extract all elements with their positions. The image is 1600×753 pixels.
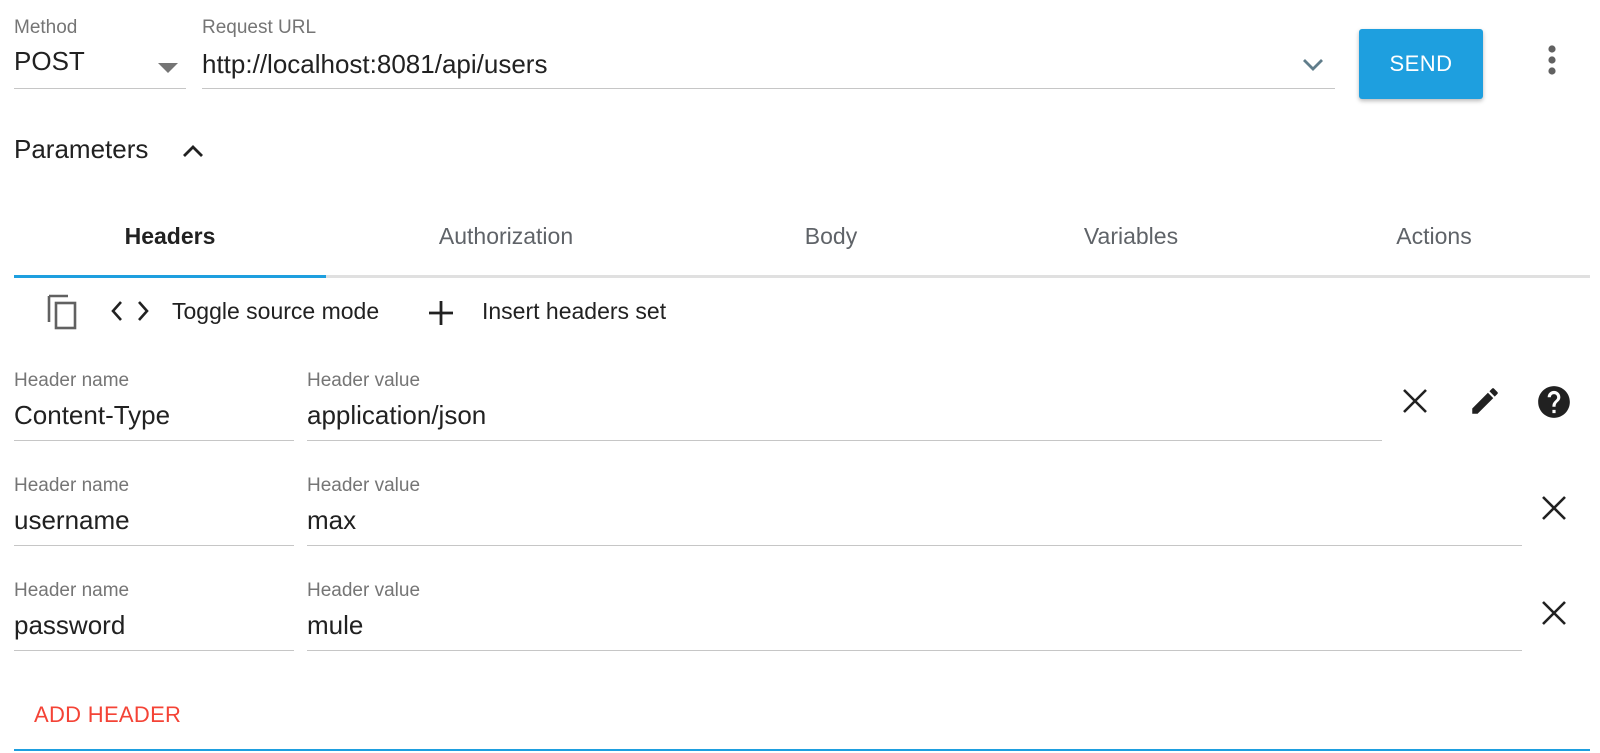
chevron-up-icon[interactable] [178,136,208,166]
header-name-field[interactable]: Content-Type [14,400,170,431]
header-value-field[interactable]: max [307,505,356,536]
header-name-label: Header name [14,580,130,601]
tab-actions[interactable]: Actions [1278,200,1590,272]
chevron-down-icon[interactable] [1296,48,1330,82]
header-value-underline [307,545,1522,546]
bottom-accent-line [14,749,1590,751]
tab-variables[interactable]: Variables [975,200,1287,272]
header-value-field[interactable]: application/json [307,400,486,431]
close-icon[interactable] [1398,384,1432,418]
help-icon[interactable] [1534,382,1574,422]
plus-icon[interactable] [426,296,456,330]
close-icon[interactable] [1537,596,1571,630]
method-label: Method [14,17,78,38]
header-name-label: Header name [14,475,130,496]
edit-icon[interactable] [1466,382,1504,420]
send-button[interactable]: SEND [1359,29,1483,99]
method-select[interactable]: POST [14,44,186,88]
parameters-title: Parameters [14,134,149,164]
header-name-underline [14,440,294,441]
tab-active-indicator [14,275,326,278]
tab-body[interactable]: Body [675,200,987,272]
add-header-button[interactable]: ADD HEADER [34,702,181,728]
header-name-underline [14,650,294,651]
header-name-label: Header name [14,370,130,391]
close-icon[interactable] [1537,491,1571,525]
more-vert-icon[interactable] [1532,38,1572,82]
copy-icon[interactable] [42,290,82,332]
header-name-field[interactable]: username [14,505,130,536]
header-value-underline [307,440,1382,441]
insert-headers-set[interactable]: Insert headers set [482,298,666,325]
header-value-field[interactable]: mule [307,610,363,641]
header-value-label: Header value [307,475,421,496]
header-name-underline [14,545,294,546]
url-underline [202,88,1335,89]
header-value-underline [307,650,1522,651]
method-value: POST [14,46,85,76]
tab-authorization[interactable]: Authorization [350,200,662,272]
code-icon[interactable] [110,296,150,326]
method-underline [14,88,186,89]
dropdown-arrow-icon [158,60,178,78]
toggle-source-mode[interactable]: Toggle source mode [172,298,379,325]
url-label: Request URL [202,17,317,38]
header-value-label: Header value [307,370,421,391]
header-value-label: Header value [307,580,421,601]
url-input[interactable] [202,44,1282,84]
header-name-field[interactable]: password [14,610,125,641]
tab-headers[interactable]: Headers [14,200,326,272]
